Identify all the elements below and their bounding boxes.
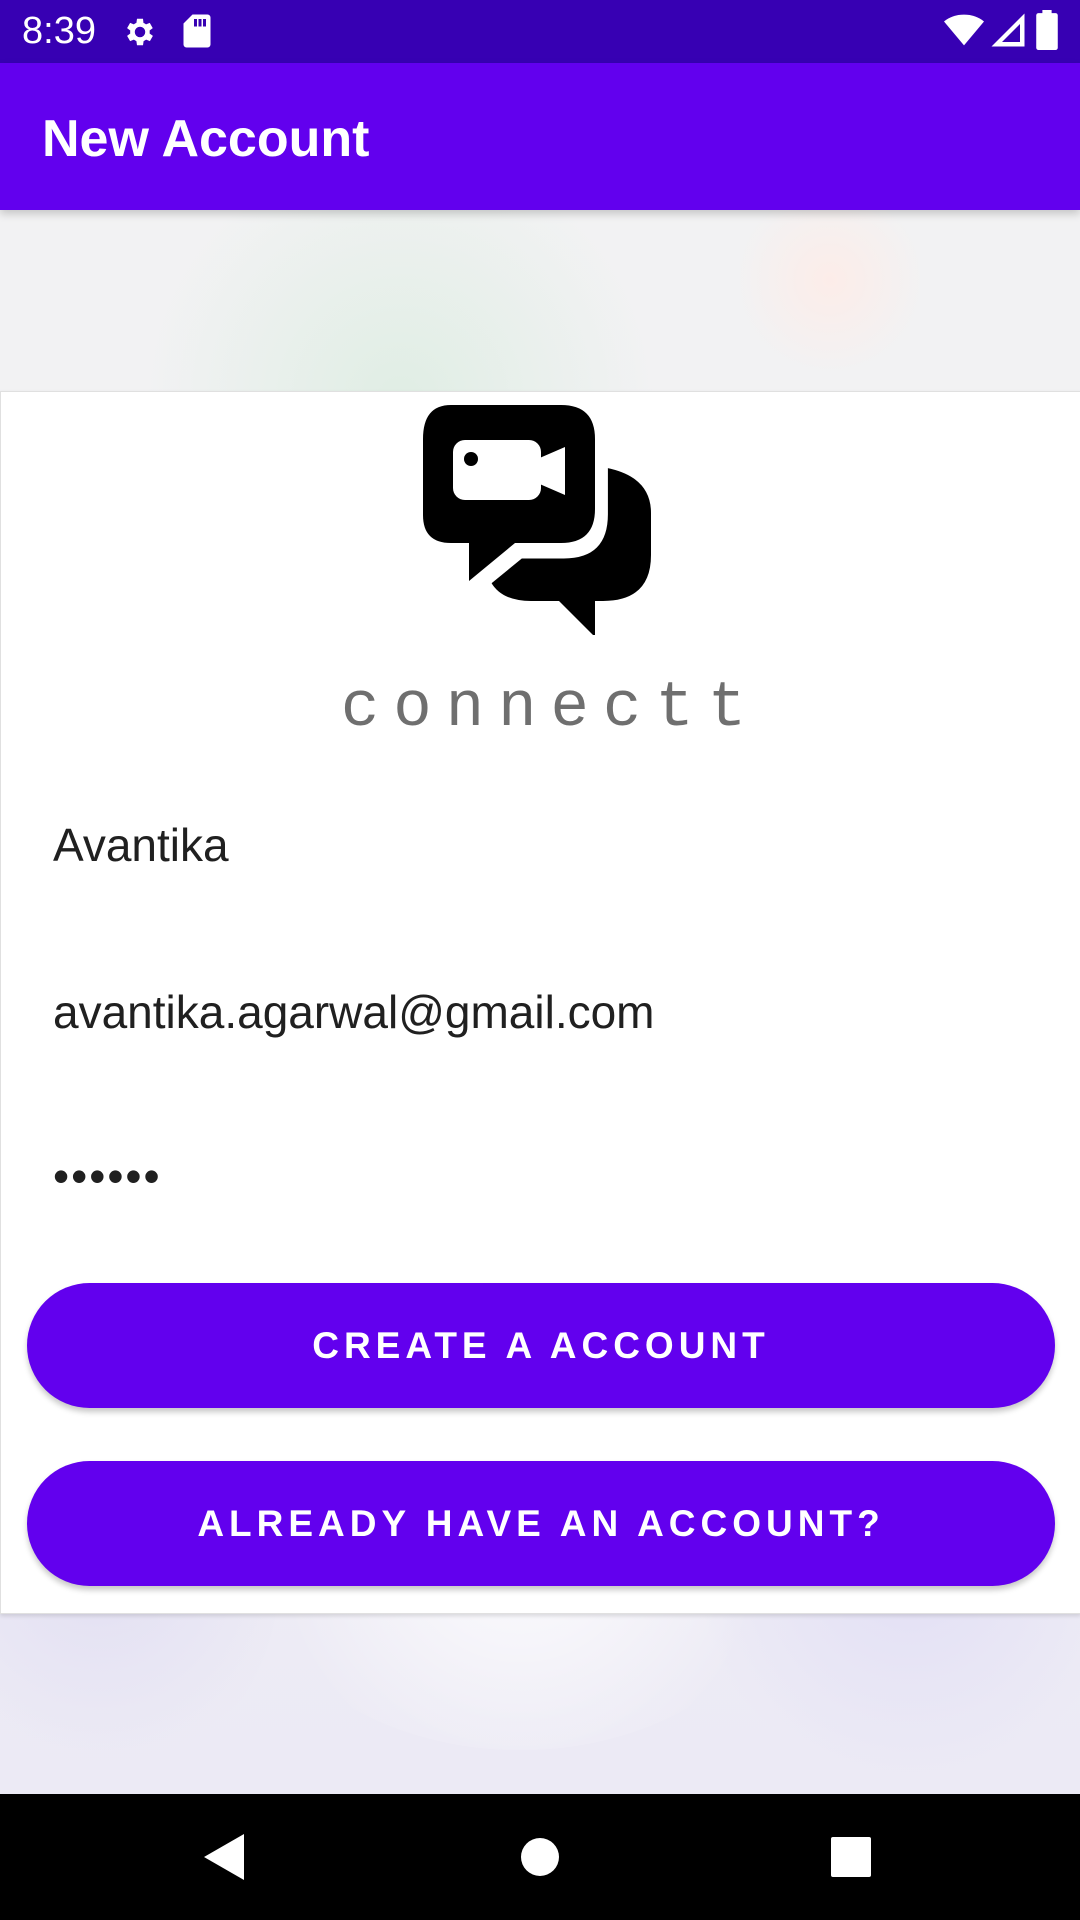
screen: 8:39 New Account connectt Avantika avant… (0, 0, 1080, 1920)
video-chat-bubbles-icon (410, 401, 653, 640)
name-field[interactable]: Avantika (53, 817, 1033, 873)
gear-icon (122, 14, 158, 55)
back-icon[interactable] (200, 1794, 248, 1920)
app-logo-text: connectt (340, 673, 761, 745)
already-have-account-button[interactable]: ALREADY HAVE AN ACCOUNT? (27, 1461, 1055, 1586)
status-bar: 8:39 (0, 0, 1080, 63)
navigation-bar (0, 1794, 1080, 1920)
status-time: 8:39 (22, 10, 96, 52)
app-bar: New Account (0, 63, 1080, 210)
sd-card-icon (182, 13, 212, 54)
email-field[interactable]: avantika.agarwal@gmail.com (53, 984, 1033, 1040)
wifi-icon (944, 12, 984, 53)
signal-icon (990, 12, 1026, 53)
create-account-button[interactable]: CREATE A ACCOUNT (27, 1283, 1055, 1408)
signup-card: connectt Avantika avantika.agarwal@gmail… (0, 391, 1080, 1614)
home-icon[interactable] (519, 1794, 561, 1920)
recents-icon[interactable] (831, 1794, 871, 1920)
battery-icon (1036, 10, 1058, 55)
page-title: New Account (42, 110, 370, 168)
password-field[interactable]: •••••• (53, 1148, 1033, 1204)
